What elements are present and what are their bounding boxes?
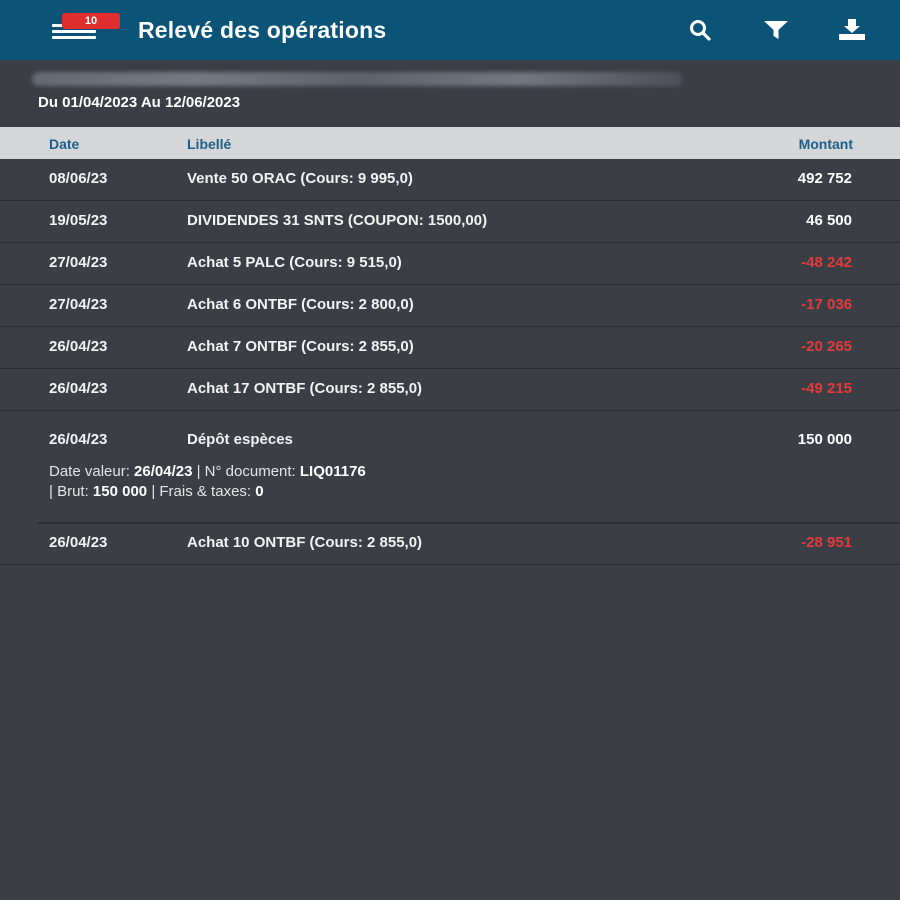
operation-row[interactable]: 26/04/23 Achat 10 ONTBF (Cours: 2 855,0)…: [0, 523, 900, 565]
operation-label: Achat 17 ONTBF (Cours: 2 855,0): [187, 380, 423, 397]
document-label: | N° document:: [192, 463, 300, 480]
document-number: LIQ01176: [299, 463, 366, 480]
operation-row[interactable]: 27/04/23 Achat 6 ONTBF (Cours: 2 800,0) …: [0, 285, 900, 327]
operation-amount: -28 951: [801, 534, 852, 551]
operation-row[interactable]: 26/04/23 Achat 7 ONTBF (Cours: 2 855,0) …: [0, 327, 900, 369]
operation-label: Achat 5 PALC (Cours: 9 515,0): [187, 254, 402, 271]
operation-amount: 150 000: [797, 431, 852, 448]
operation-date: 26/04/23: [49, 338, 108, 355]
operation-row[interactable]: 19/05/23 DIVIDENDES 31 SNTS (COUPON: 150…: [0, 201, 900, 243]
value-date: 26/04/23: [134, 463, 193, 480]
gross-label: | Brut:: [49, 483, 93, 500]
statement-header: Du 01/04/2023 Au 12/06/2023: [0, 60, 900, 126]
operation-row[interactable]: 26/04/23 Achat 17 ONTBF (Cours: 2 855,0)…: [0, 369, 900, 411]
details-line-2: | Brut: 150 000 | Frais & taxes: 0: [49, 482, 366, 502]
operation-amount: -17 036: [801, 296, 852, 313]
operation-date: 26/04/23: [49, 380, 108, 397]
search-icon: [690, 20, 711, 41]
fees-amount: 0: [255, 483, 264, 500]
operation-date: 08/06/23: [49, 170, 108, 187]
account-name-blurred: [32, 72, 682, 86]
operation-date: 27/04/23: [49, 296, 108, 313]
operation-amount: 46 500: [806, 212, 852, 229]
download-icon: [839, 19, 865, 40]
operation-amount: -48 242: [801, 254, 852, 271]
filter-button[interactable]: [756, 14, 796, 46]
operation-amount: -20 265: [801, 338, 852, 355]
column-header-date: Date: [49, 136, 80, 152]
operation-row[interactable]: 27/04/23 Achat 5 PALC (Cours: 9 515,0) -…: [0, 243, 900, 285]
operation-label: Achat 10 ONTBF (Cours: 2 855,0): [187, 534, 423, 551]
period-range: Du 01/04/2023 Au 12/06/2023: [38, 94, 241, 111]
operation-amount: -49 215: [801, 380, 852, 397]
page-title: Relevé des opérations: [138, 17, 387, 43]
operation-row-expanded[interactable]: 26/04/23 Dépôt espèces 150 000 Date vale…: [0, 411, 900, 524]
menu-icon-line: [52, 36, 96, 39]
operation-label: Achat 6 ONTBF (Cours: 2 800,0): [187, 296, 414, 313]
value-date-label: Date valeur:: [49, 463, 135, 480]
search-button[interactable]: [680, 14, 720, 46]
details-line-1: Date valeur: 26/04/23 | N° document: LIQ…: [49, 462, 366, 482]
filter-icon: [764, 21, 788, 39]
operation-label: Achat 7 ONTBF (Cours: 2 855,0): [187, 338, 414, 355]
operation-details: Date valeur: 26/04/23 | N° document: LIQ…: [49, 462, 366, 502]
operation-date: 26/04/23: [49, 534, 108, 551]
column-header-label: Libellé: [187, 136, 232, 152]
fees-label: | Frais & taxes:: [147, 483, 256, 500]
operation-row[interactable]: 08/06/23 Vente 50 ORAC (Cours: 9 995,0) …: [0, 159, 900, 201]
operation-label: Vente 50 ORAC (Cours: 9 995,0): [187, 170, 413, 187]
column-header-amount: Montant: [798, 136, 853, 152]
gross-amount: 150 000: [92, 483, 148, 500]
notification-badge[interactable]: 10: [62, 13, 120, 29]
top-app-bar: 10 Relevé des opérations: [0, 0, 900, 60]
operations-list: 08/06/23 Vente 50 ORAC (Cours: 9 995,0) …: [0, 159, 900, 565]
operation-date: 19/05/23: [49, 212, 108, 229]
operation-amount: 492 752: [797, 170, 852, 187]
download-button[interactable]: [832, 14, 872, 46]
menu-icon-line: [52, 30, 96, 33]
operation-label: DIVIDENDES 31 SNTS (COUPON: 1500,00): [187, 212, 488, 229]
operation-date: 27/04/23: [49, 254, 108, 271]
column-header-row: Date Libellé Montant: [0, 127, 900, 159]
operation-label: Dépôt espèces: [187, 431, 293, 448]
operation-date: 26/04/23: [49, 431, 108, 448]
